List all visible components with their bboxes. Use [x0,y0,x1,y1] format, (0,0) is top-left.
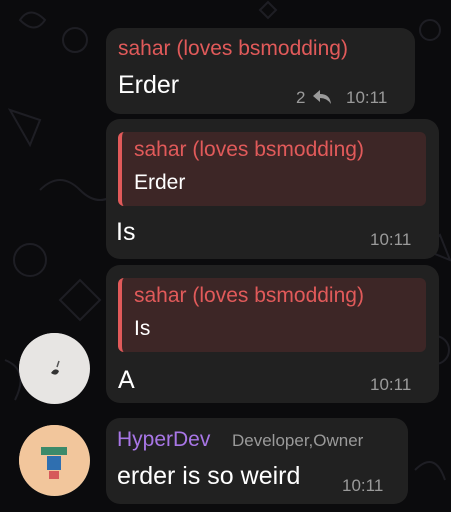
sender-name[interactable]: sahar (loves bsmodding) [118,37,348,61]
message-bubble[interactable]: sahar (loves bsmodding) Erder Is 10:11 [106,119,439,259]
avatar[interactable] [19,333,90,404]
message-text: A [118,366,135,394]
reply-text: Is [134,317,151,340]
reply-text: Erder [134,171,186,194]
message-time: 10:11 [370,230,412,249]
message-text: erder is so weird [117,462,301,490]
reply-arrow-icon [313,90,332,104]
avatar-image [19,425,89,495]
avatar[interactable] [19,425,90,496]
message-bubble[interactable]: HyperDev Developer,Owner erder is so wei… [106,418,408,504]
reply-quote[interactable]: sahar (loves bsmodding) Erder [118,132,426,206]
message-time: 10:11 [370,375,412,394]
reply-count[interactable]: 2 [296,88,332,108]
reply-sender-name: sahar (loves bsmodding) [134,138,364,161]
message-time: 10:11 [346,88,388,107]
message-text: Is [116,218,136,246]
reply-sender-name: sahar (loves bsmodding) [134,284,364,307]
sender-name[interactable]: HyperDev [117,428,210,452]
message-bubble[interactable]: sahar (loves bsmodding) Erder 2 10:11 [106,28,415,114]
message-time: 10:11 [342,476,384,495]
reply-quote[interactable]: sahar (loves bsmodding) Is [118,278,426,352]
avatar-image [19,333,89,403]
sender-role: Developer,Owner [232,431,364,450]
message-bubble[interactable]: sahar (loves bsmodding) Is A 10:11 [106,265,439,403]
message-text: Erder [118,71,180,99]
reply-count-value: 2 [296,88,306,107]
